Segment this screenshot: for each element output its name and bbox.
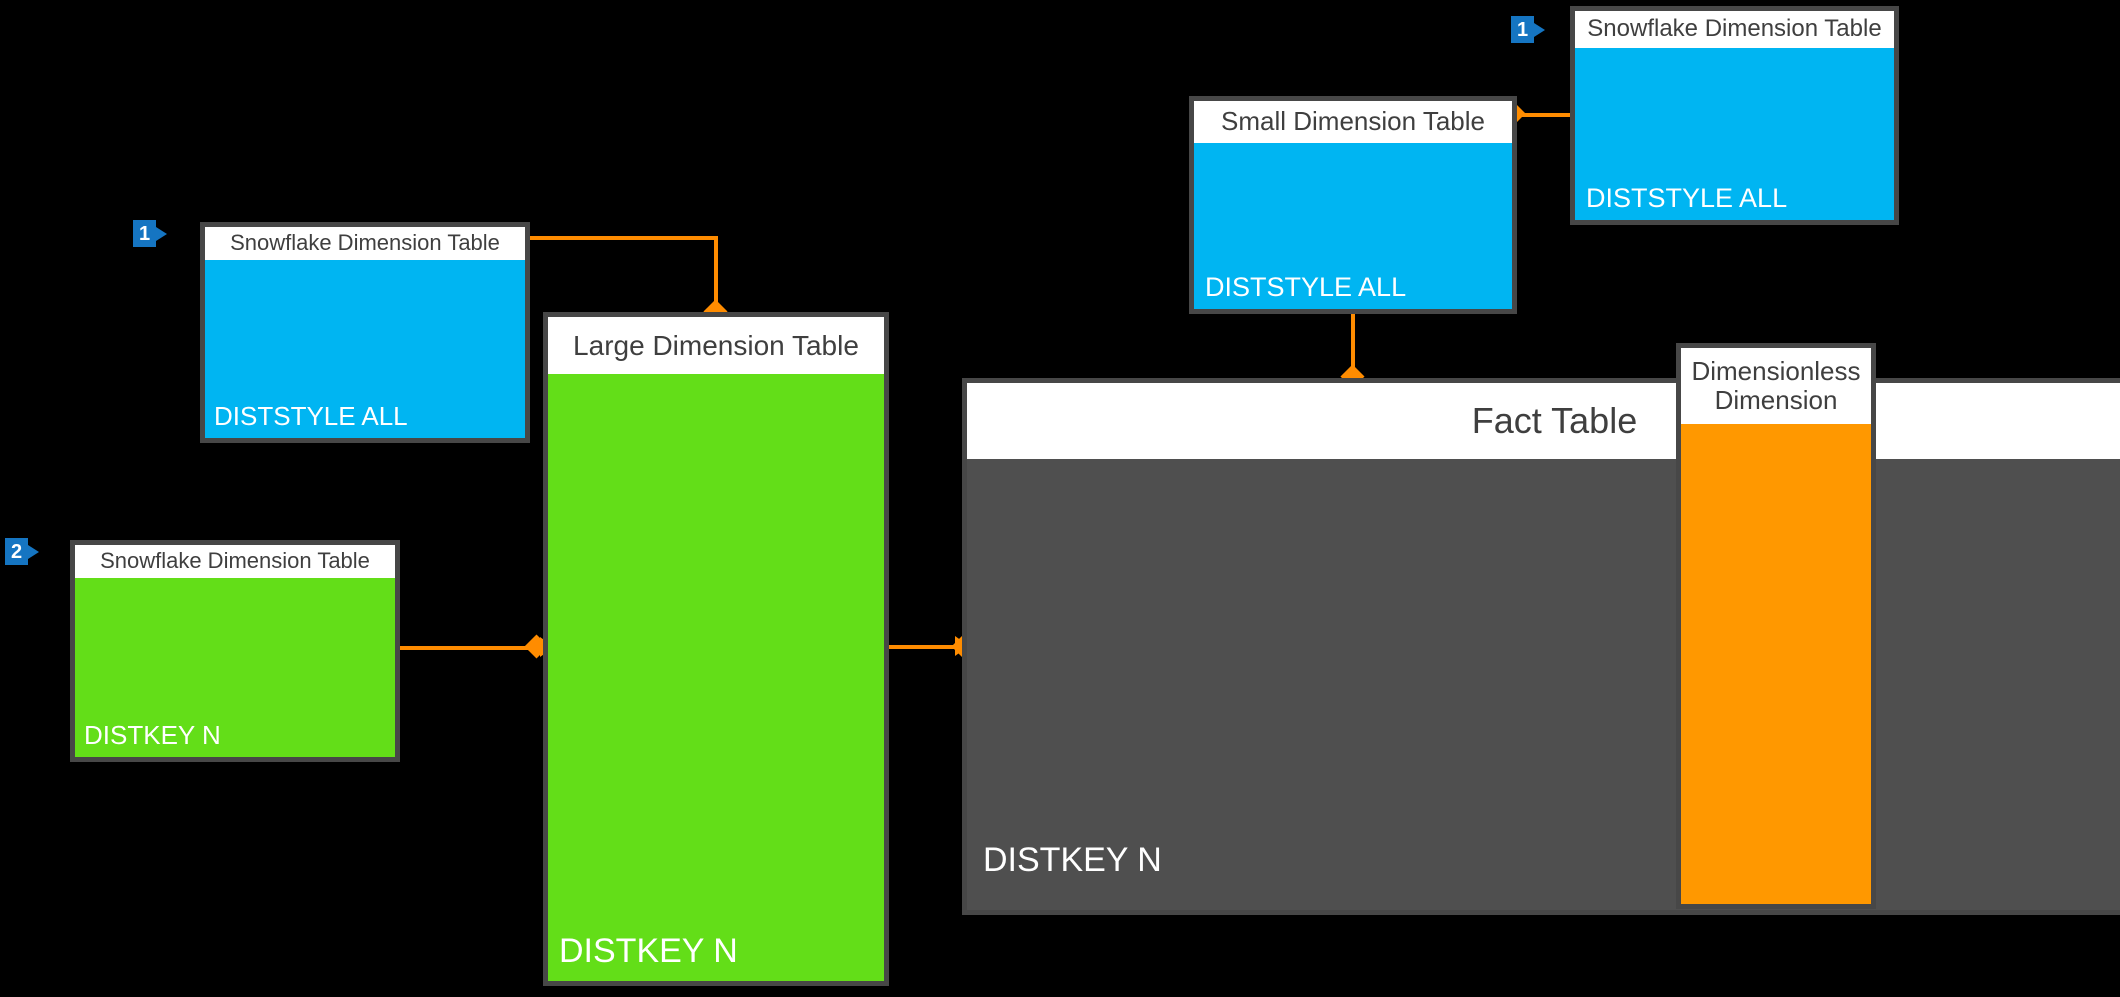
node-body: DISTSTYLE ALL [205,260,525,438]
diagram-canvas: Snowflake Dimension Table DISTSTYLE ALL … [0,0,2120,997]
node-header: Snowflake Dimension Table [205,227,525,260]
callout-badge-1-right[interactable]: 1 [1511,16,1545,43]
small-dimension-table[interactable]: Small Dimension Table DISTSTYLE ALL [1189,96,1517,314]
callout-arrow-icon [28,544,39,559]
node-header: Fact Table [967,383,2120,459]
node-tag: DISTSTYLE ALL [214,401,408,431]
node-header: Snowflake Dimension Table [1575,11,1894,48]
node-body: DISTKEY N [548,374,884,981]
fact-table[interactable]: Fact Table DISTKEY N [962,378,2120,915]
node-body: DISTSTYLE ALL [1194,143,1512,309]
large-dimension-table[interactable]: Large Dimension Table DISTKEY N [543,312,889,986]
node-header: Large Dimension Table [548,317,884,374]
node-header: Snowflake Dimension Table [75,545,395,578]
node-body: DISTKEY N [967,459,2120,910]
snowflake-dimension-table-left-bottom[interactable]: Snowflake Dimension Table DISTKEY N [70,540,400,762]
callout-badge-label: 2 [5,538,28,565]
callout-arrow-icon [1534,22,1545,37]
node-tag: DISTKEY N [983,841,1162,879]
callout-arrow-icon [156,226,167,241]
dimensionless-dimension[interactable]: Dimensionless Dimension [1676,343,1876,909]
node-body: DISTKEY N [75,578,395,757]
node-tag: DISTKEY N [84,720,221,750]
node-tag: DISTSTYLE ALL [1205,272,1407,302]
node-header: Small Dimension Table [1194,101,1512,143]
node-tag: DISTSTYLE ALL [1586,183,1788,213]
callout-badge-1-left[interactable]: 1 [133,220,167,247]
snowflake-dimension-table-right-top[interactable]: Snowflake Dimension Table DISTSTYLE ALL [1570,6,1899,225]
node-tag: DISTKEY N [559,932,738,970]
node-body: DISTSTYLE ALL [1575,48,1894,220]
callout-badge-label: 1 [133,220,156,247]
snowflake-dimension-table-left-top[interactable]: Snowflake Dimension Table DISTSTYLE ALL [200,222,530,443]
node-header: Dimensionless Dimension [1681,348,1871,424]
callout-badge-label: 1 [1511,16,1534,43]
callout-badge-2-left[interactable]: 2 [5,538,39,565]
node-body [1681,424,1871,904]
connector-snowflake-left-top-to-large-dimension [528,236,718,240]
